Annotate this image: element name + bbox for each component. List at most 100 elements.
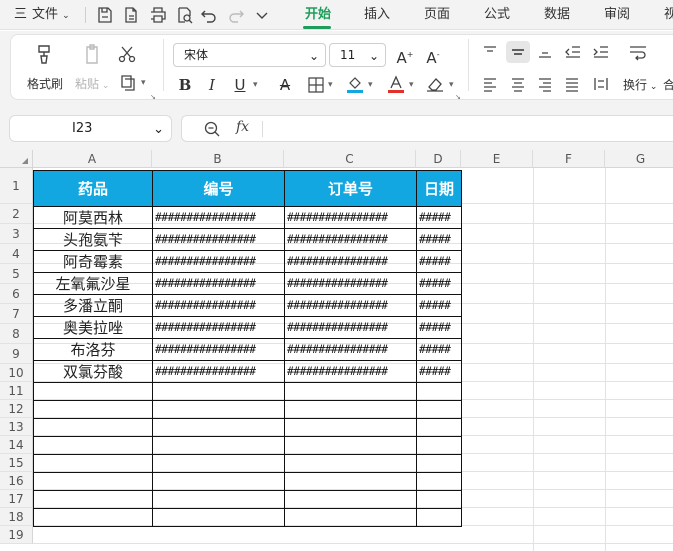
save-icon[interactable] bbox=[95, 5, 115, 25]
copy-icon[interactable] bbox=[118, 72, 138, 92]
clipboard-expand-icon[interactable]: ↘ bbox=[150, 93, 156, 101]
increase-font-size-icon[interactable]: A+ bbox=[394, 44, 416, 67]
decrease-indent-icon[interactable] bbox=[564, 43, 582, 61]
clear-format-icon[interactable] bbox=[425, 75, 445, 93]
table-cell[interactable] bbox=[416, 472, 462, 491]
row-header-1[interactable]: 1 bbox=[0, 168, 33, 204]
column-header-a[interactable]: A bbox=[33, 150, 152, 168]
row-header-11[interactable]: 11 bbox=[0, 382, 33, 400]
format-painter-label[interactable]: 格式刷 bbox=[27, 75, 63, 92]
align-middle-icon[interactable] bbox=[510, 44, 526, 60]
header-cell[interactable]: 编号 bbox=[152, 170, 285, 207]
table-cell[interactable]: 奥美拉唑 bbox=[33, 316, 153, 339]
row-header-7[interactable]: 7 bbox=[0, 304, 33, 324]
row-header-14[interactable]: 14 bbox=[0, 436, 33, 454]
table-cell[interactable]: ################ bbox=[152, 228, 285, 251]
name-box[interactable]: I23 ⌄ bbox=[9, 115, 172, 142]
strikethrough-icon[interactable]: A bbox=[274, 74, 296, 96]
row-header-9[interactable]: 9 bbox=[0, 344, 33, 364]
tab-formula[interactable]: 公式 bbox=[484, 0, 510, 30]
fill-color-dropdown-icon[interactable]: ▾ bbox=[368, 80, 373, 90]
row-header-19[interactable]: 19 bbox=[0, 526, 33, 544]
table-cell[interactable]: 阿奇霉素 bbox=[33, 250, 153, 273]
table-cell[interactable] bbox=[416, 436, 462, 455]
fill-color-icon[interactable] bbox=[345, 74, 365, 94]
row-header-8[interactable]: 8 bbox=[0, 324, 33, 344]
font-color-dropdown-icon[interactable]: ▾ bbox=[409, 80, 414, 90]
table-cell[interactable]: ################ bbox=[152, 272, 285, 295]
table-cell[interactable]: ################ bbox=[284, 316, 417, 339]
table-cell[interactable]: ################ bbox=[284, 206, 417, 229]
table-cell[interactable] bbox=[416, 400, 462, 419]
row-header-2[interactable]: 2 bbox=[0, 204, 33, 224]
table-cell[interactable]: ################ bbox=[152, 250, 285, 273]
table-cell[interactable]: ##### bbox=[416, 272, 462, 295]
table-cell[interactable] bbox=[33, 418, 153, 437]
table-cell[interactable] bbox=[416, 508, 462, 527]
table-cell[interactable] bbox=[152, 400, 285, 419]
table-cell[interactable] bbox=[284, 490, 417, 509]
cut-icon[interactable] bbox=[117, 44, 137, 64]
header-cell[interactable]: 药品 bbox=[33, 170, 153, 207]
merge-button[interactable]: 合 bbox=[663, 76, 673, 93]
row-header-10[interactable]: 10 bbox=[0, 364, 33, 382]
table-cell[interactable] bbox=[152, 418, 285, 437]
row-header-13[interactable]: 13 bbox=[0, 418, 33, 436]
export-pdf-icon[interactable] bbox=[121, 5, 141, 25]
row-header-5[interactable]: 5 bbox=[0, 264, 33, 284]
row-header-18[interactable]: 18 bbox=[0, 508, 33, 526]
table-cell[interactable] bbox=[416, 490, 462, 509]
table-cell[interactable] bbox=[284, 400, 417, 419]
table-cell[interactable]: ################ bbox=[284, 272, 417, 295]
table-cell[interactable] bbox=[284, 436, 417, 455]
table-cell[interactable]: ##### bbox=[416, 294, 462, 317]
font-expand-icon[interactable]: ↘ bbox=[455, 93, 461, 101]
redo-icon[interactable] bbox=[226, 5, 246, 25]
increase-indent-icon[interactable] bbox=[592, 43, 610, 61]
align-left-icon[interactable] bbox=[482, 76, 498, 92]
clear-dropdown-icon[interactable]: ▾ bbox=[449, 80, 454, 90]
table-cell[interactable] bbox=[33, 382, 153, 401]
table-cell[interactable]: ##### bbox=[416, 360, 462, 383]
underline-dropdown-icon[interactable]: ▾ bbox=[253, 80, 258, 90]
tab-view[interactable]: 视 bbox=[664, 0, 673, 30]
font-size-select[interactable]: 11 ⌄ bbox=[329, 43, 386, 67]
zoom-search-icon[interactable] bbox=[203, 120, 221, 138]
table-cell[interactable] bbox=[152, 508, 285, 527]
table-cell[interactable] bbox=[33, 436, 153, 455]
row-header-15[interactable]: 15 bbox=[0, 454, 33, 472]
table-cell[interactable] bbox=[33, 508, 153, 527]
tab-data[interactable]: 数据 bbox=[544, 0, 570, 30]
print-preview-icon[interactable] bbox=[174, 5, 194, 25]
table-cell[interactable] bbox=[284, 418, 417, 437]
tab-review[interactable]: 审阅 bbox=[604, 0, 630, 30]
font-name-select[interactable]: 宋体 ⌄ bbox=[173, 43, 326, 67]
table-cell[interactable]: ##### bbox=[416, 250, 462, 273]
table-cell[interactable] bbox=[416, 454, 462, 473]
decrease-font-size-icon[interactable]: A- bbox=[422, 44, 444, 67]
table-cell[interactable]: ################ bbox=[284, 294, 417, 317]
table-cell[interactable]: ################ bbox=[152, 360, 285, 383]
table-cell[interactable] bbox=[416, 418, 462, 437]
table-cell[interactable]: ##### bbox=[416, 228, 462, 251]
table-cell[interactable] bbox=[284, 382, 417, 401]
table-cell[interactable] bbox=[416, 382, 462, 401]
row-header-12[interactable]: 12 bbox=[0, 400, 33, 418]
table-cell[interactable] bbox=[284, 472, 417, 491]
copy-dropdown-icon[interactable]: ▾ bbox=[141, 78, 146, 88]
align-right-icon[interactable] bbox=[537, 76, 553, 92]
row-header-4[interactable]: 4 bbox=[0, 244, 33, 264]
table-cell[interactable] bbox=[33, 454, 153, 473]
table-cell[interactable] bbox=[152, 472, 285, 491]
header-cell[interactable]: 日期 bbox=[416, 170, 462, 207]
table-cell[interactable]: 布洛芬 bbox=[33, 338, 153, 361]
column-header-d[interactable]: D bbox=[416, 150, 461, 168]
table-cell[interactable]: 左氧氟沙星 bbox=[33, 272, 153, 295]
paste-label[interactable]: 粘贴 ⌄ bbox=[75, 75, 109, 92]
table-cell[interactable]: 双氯芬酸 bbox=[33, 360, 153, 383]
column-header-c[interactable]: C bbox=[284, 150, 416, 168]
italic-icon[interactable]: I bbox=[201, 74, 223, 96]
select-all-corner[interactable]: ◢ bbox=[0, 150, 33, 168]
column-header-b[interactable]: B bbox=[152, 150, 284, 168]
table-cell[interactable]: ################ bbox=[152, 316, 285, 339]
